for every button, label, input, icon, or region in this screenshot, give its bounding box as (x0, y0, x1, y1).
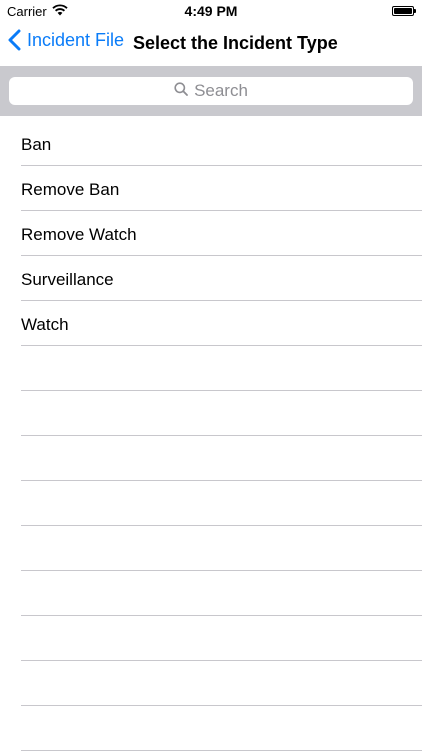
empty-row (0, 346, 422, 391)
list-item-label: Surveillance (21, 270, 114, 289)
empty-row (0, 481, 422, 526)
list-item-surveillance[interactable]: Surveillance (0, 256, 422, 301)
list-item-label: Remove Ban (21, 180, 120, 199)
search-bar: Search (0, 66, 422, 116)
navigation-bar: Incident File Select the Incident Type (0, 22, 422, 66)
list-item-label: Watch (21, 315, 69, 334)
empty-row (0, 526, 422, 571)
empty-row (0, 616, 422, 661)
empty-rows (0, 346, 422, 751)
status-time: 4:49 PM (184, 3, 238, 19)
back-button[interactable]: Incident File (8, 29, 124, 51)
back-button-label: Incident File (27, 29, 125, 50)
list-item-label: Ban (21, 135, 52, 154)
empty-row (0, 571, 422, 616)
empty-row (0, 661, 422, 706)
incident-type-list: Ban Remove Ban Remove Watch Surveillance… (0, 121, 422, 751)
list-item-ban[interactable]: Ban (0, 121, 422, 166)
list-item-label: Remove Watch (21, 225, 137, 244)
page-title: Select the Incident Type (133, 33, 338, 53)
list-item-remove-ban[interactable]: Remove Ban (0, 166, 422, 211)
empty-row (0, 391, 422, 436)
battery-icon (392, 6, 416, 16)
chevron-left-icon (8, 29, 21, 51)
list-item-remove-watch[interactable]: Remove Watch (0, 211, 422, 256)
empty-row (0, 706, 422, 751)
search-placeholder: Search (194, 81, 248, 100)
search-input[interactable]: Search (9, 77, 413, 105)
empty-row (0, 436, 422, 481)
status-bar: Carrier 4:49 PM (0, 0, 422, 22)
list-item-watch[interactable]: Watch (0, 301, 422, 346)
search-icon (174, 81, 188, 101)
